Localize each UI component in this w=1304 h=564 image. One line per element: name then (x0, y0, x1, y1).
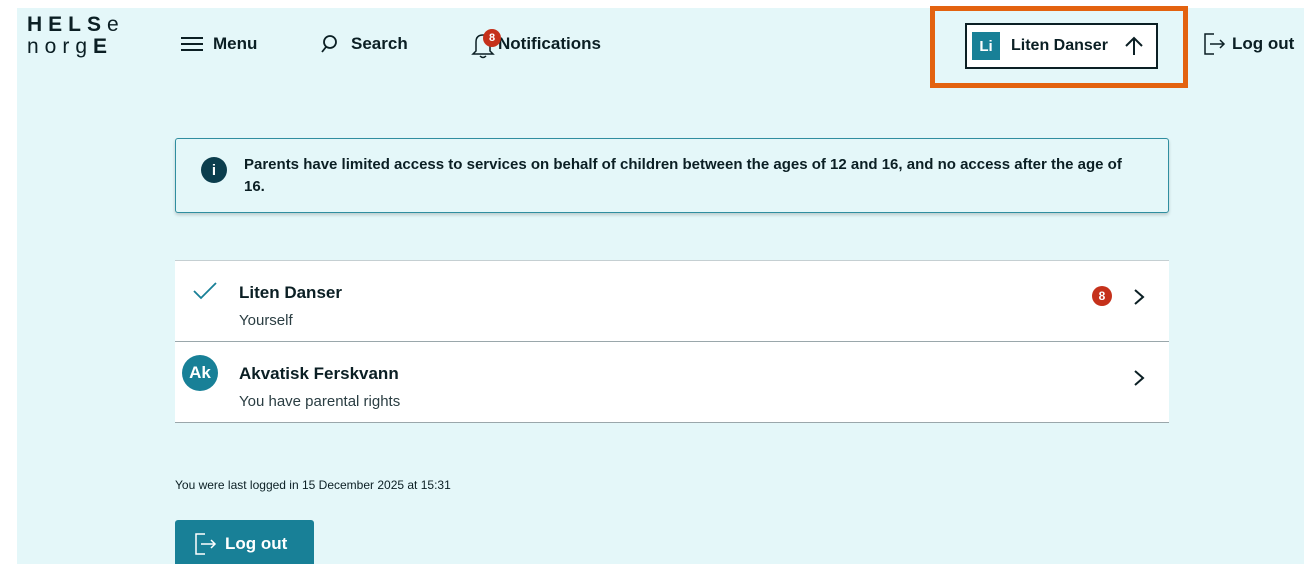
info-icon: i (201, 157, 227, 183)
user-name: Liten Danser (1011, 37, 1108, 54)
notifications-button[interactable]: 8 Notifications (470, 26, 601, 62)
helsenorge-logo[interactable]: HELSe norgE (27, 14, 139, 62)
search-icon (321, 35, 337, 53)
user-profile-button[interactable]: Li Liten Danser (965, 23, 1158, 69)
profile-list: Liten Danser Yourself 8 Ak Akvatisk Fers… (175, 260, 1169, 423)
profile-notification-badge: 8 (1092, 286, 1112, 306)
hamburger-icon (181, 37, 203, 51)
chevron-right-icon (1134, 370, 1145, 386)
last-login-text: You were last logged in 15 December 2025… (175, 478, 451, 492)
logout-header-button[interactable]: Log out (1202, 26, 1294, 62)
profile-item-liten-danser[interactable]: Liten Danser Yourself 8 (175, 261, 1169, 342)
menu-button[interactable]: Menu (181, 26, 257, 62)
logout-icon (195, 533, 217, 555)
logout-header-label: Log out (1232, 34, 1295, 53)
logout-button-label: Log out (225, 534, 288, 553)
info-alert: i Parents have limited access to service… (175, 138, 1169, 213)
notifications-label: Notifications (498, 34, 601, 53)
chevron-right-icon (1134, 289, 1145, 305)
profile-subtitle: You have parental rights (239, 393, 401, 410)
avatar: Ak (182, 355, 218, 391)
search-label: Search (351, 34, 408, 53)
profile-item-akvatisk-ferskvann[interactable]: Ak Akvatisk Ferskvann You have parental … (175, 342, 1169, 423)
logout-button[interactable]: Log out (175, 520, 314, 564)
profile-name: Akvatisk Ferskvann (239, 364, 399, 383)
profile-subtitle: Yourself (239, 312, 293, 329)
arrow-up-icon (1125, 36, 1143, 55)
info-alert-text: Parents have limited access to services … (244, 156, 1122, 195)
logout-icon (1204, 33, 1226, 55)
checkmark-icon (193, 282, 217, 300)
user-initials-avatar: Li (972, 32, 1000, 60)
search-button[interactable]: Search (321, 26, 408, 62)
notifications-count-badge: 8 (483, 29, 501, 47)
menu-label: Menu (213, 34, 258, 53)
profile-name: Liten Danser (239, 283, 342, 302)
